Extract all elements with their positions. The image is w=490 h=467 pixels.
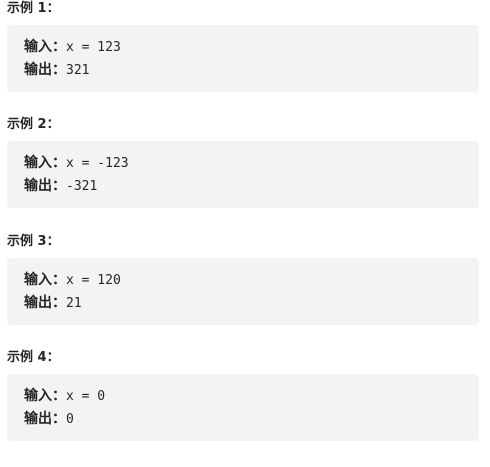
example-input-line: 输入：x = -123: [24, 152, 129, 172]
input-value: x = 123: [66, 40, 121, 55]
output-value: 21: [66, 296, 82, 311]
input-value: x = -123: [66, 156, 129, 171]
example-title: 示例 3：: [7, 234, 60, 249]
example-input-line: 输入：x = 123: [24, 36, 121, 56]
example-output-line: 输出：321: [24, 59, 89, 79]
output-value: 321: [66, 63, 90, 78]
example-input-line: 输入：x = 0: [24, 385, 105, 405]
example-code-block: 输入：x = 123 输出：321: [7, 25, 479, 92]
output-value: 0: [66, 412, 74, 427]
example-output-line: 输出：21: [24, 292, 82, 312]
output-label: 输出：: [24, 411, 66, 427]
example-input-line: 输入：x = 120: [24, 269, 121, 289]
output-label: 输出：: [24, 62, 66, 78]
example-output-line: 输出：0: [24, 408, 74, 428]
example-code-block: 输入：x = 120 输出：21: [7, 258, 479, 325]
output-label: 输出：: [24, 178, 66, 194]
example-title: 示例 2：: [7, 117, 60, 132]
output-value: -321: [66, 179, 98, 194]
input-value: x = 120: [66, 273, 121, 288]
example-title: 示例 1：: [7, 1, 60, 16]
input-label: 输入：: [24, 272, 66, 288]
input-label: 输入：: [24, 155, 66, 171]
input-label: 输入：: [24, 39, 66, 55]
example-code-block: 输入：x = 0 输出：0: [7, 374, 479, 441]
input-value: x = 0: [66, 389, 106, 404]
example-title: 示例 4：: [7, 350, 60, 365]
input-label: 输入：: [24, 388, 66, 404]
example-code-block: 输入：x = -123 输出：-321: [7, 141, 479, 208]
output-label: 输出：: [24, 295, 66, 311]
example-output-line: 输出：-321: [24, 175, 97, 195]
